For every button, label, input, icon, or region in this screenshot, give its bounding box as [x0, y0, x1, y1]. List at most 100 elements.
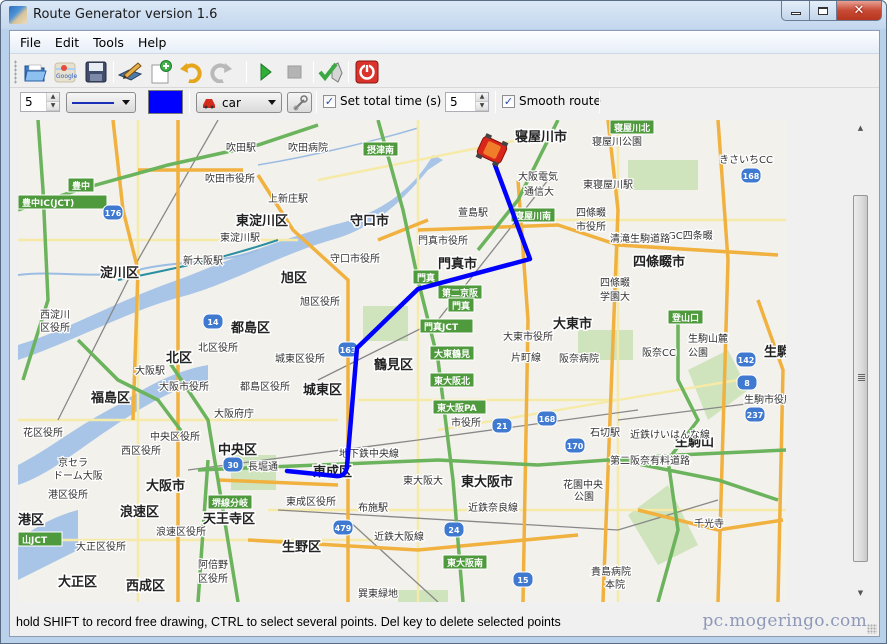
route-shield-label: 15: [517, 576, 529, 585]
play-icon: [260, 62, 272, 82]
toolbar-grip[interactable]: [14, 60, 17, 84]
minimize-icon: [790, 12, 801, 15]
map-canvas[interactable]: 東淀川区 淀川区 守口市 旭区 門真市 寝屋川市 四條畷市 都島区 北区 福島区 城東区 鶴見区 大東市…: [18, 120, 786, 602]
toolbar-separator: [189, 91, 190, 113]
map-label-place: 萱島駅: [458, 206, 488, 219]
map-label-place: 吹田病院: [288, 141, 328, 154]
map-svg[interactable]: 東淀川区淀川区 守口市旭区 門真市 寝屋川市四條畷市都島区北区福島区 城東区 鶴見区 大東市…: [18, 120, 786, 602]
map-label-place: 区役所: [40, 321, 70, 334]
set-total-time-checkbox[interactable]: ✓: [323, 94, 336, 108]
map-label-place: 通信大: [524, 185, 554, 198]
map-label-place: 阪奈CC: [642, 346, 676, 359]
edit-route-button[interactable]: [118, 59, 144, 85]
highway-sign-label: 門真: [452, 300, 470, 312]
total-time-stepper[interactable]: 5 ▲ ▼: [445, 92, 489, 112]
toolbar-separator: [495, 91, 496, 113]
line-width-value[interactable]: 5: [21, 95, 46, 109]
map-label-district: 四條畷市: [633, 254, 685, 270]
toolbar-separator: [348, 61, 349, 83]
toolbar-separator: [246, 61, 247, 83]
map-label-place: 大東市役所: [503, 330, 553, 343]
route-shield-label: 168: [743, 172, 760, 181]
app-window: Route Generator version 1.6 ✕ File Edit …: [0, 0, 887, 644]
close-button[interactable]: ✕: [836, 1, 882, 21]
map-label-place: 清滝生駒道路: [610, 232, 670, 245]
redo-button[interactable]: [208, 59, 234, 85]
minimize-button[interactable]: [781, 1, 809, 21]
map-label-place: 上新庄駅: [268, 192, 308, 205]
map-label-place: 花区役所: [23, 426, 63, 439]
vehicle-value: car: [222, 95, 241, 110]
map-label-district: 中央区: [218, 442, 257, 458]
route-shield-label: 237: [747, 411, 764, 420]
route-shield-label: 8: [744, 379, 750, 388]
line-width-stepper[interactable]: 5 ▲ ▼: [20, 92, 60, 112]
map-label-place: 西淀川: [40, 308, 70, 321]
highway-sign-label: 寝屋川南: [515, 210, 551, 222]
line-style-dropdown[interactable]: [66, 92, 136, 113]
spin-down-icon[interactable]: ▼: [47, 102, 59, 111]
map-label-place: 門真市役所: [418, 234, 468, 247]
map-label-place: 港区役所: [48, 488, 88, 501]
car-marker[interactable]: [475, 133, 510, 168]
menu-edit[interactable]: Edit: [48, 35, 86, 50]
map-label-district: 城東区: [303, 382, 342, 398]
maximize-button[interactable]: [809, 1, 836, 21]
map-label-district: 生野区: [282, 539, 321, 555]
map-label-district: 大阪市: [146, 478, 185, 494]
map-label-place: 近鉄奈良線: [468, 501, 518, 514]
map-label-place: 学園大: [600, 290, 630, 303]
map-label-place: 新大阪駅: [183, 254, 223, 267]
map-label-place: 阪奈病院: [559, 352, 599, 365]
undo-button[interactable]: [178, 59, 204, 85]
spin-up-icon[interactable]: ▲: [47, 93, 59, 102]
map-label-place: 西区役所: [121, 444, 161, 457]
map-label-place: 旭区役所: [300, 295, 340, 308]
map-label-place: 寝屋川公園: [592, 135, 642, 148]
scrollbar-thumb[interactable]: [853, 195, 868, 562]
stop-button[interactable]: [282, 59, 308, 85]
grip-icon: [858, 374, 865, 381]
highway-sign-label: 東大阪南: [447, 557, 483, 569]
spin-down-icon[interactable]: ▼: [476, 102, 488, 111]
map-label-place: 市役所: [576, 220, 606, 233]
map-label-place: 布施駅: [358, 501, 388, 514]
map-label-place: 公園: [688, 347, 708, 359]
menu-help[interactable]: Help: [131, 35, 174, 50]
title-bar[interactable]: Route Generator version 1.6 ✕: [1, 1, 886, 29]
check-export-icon: [318, 62, 343, 83]
menu-tools[interactable]: Tools: [86, 35, 131, 50]
set-total-time-label: Set total time (s) :: [340, 94, 450, 108]
map-label-place: 東成区役所: [286, 495, 336, 508]
app-icon[interactable]: [9, 6, 27, 24]
map-label-place: 守口市役所: [330, 252, 380, 265]
map-label-place: 長堀通: [248, 461, 278, 473]
map-label-place: 花園中央: [563, 478, 603, 491]
map-label-district: 大正区: [58, 574, 97, 590]
scroll-up-icon[interactable]: ▲: [852, 120, 869, 137]
vehicle-dropdown[interactable]: car: [196, 92, 282, 113]
smooth-route-checkbox[interactable]: ✓: [502, 94, 515, 108]
menu-file[interactable]: File: [13, 35, 48, 50]
new-document-icon: [151, 60, 172, 84]
vehicle-settings-button[interactable]: [287, 92, 312, 113]
power-button[interactable]: [354, 59, 380, 85]
menu-bar: File Edit Tools Help: [10, 31, 879, 54]
save-button[interactable]: [83, 59, 109, 85]
open-file-button[interactable]: [22, 59, 48, 85]
new-route-button[interactable]: [148, 59, 174, 85]
map-label-place: 吹田駅: [226, 141, 256, 154]
power-icon: [355, 60, 379, 84]
folder-open-icon: [24, 64, 47, 82]
vertical-scrollbar[interactable]: ▲ ▼: [852, 120, 869, 602]
line-color-swatch[interactable]: [148, 90, 183, 114]
scroll-down-icon[interactable]: ▼: [852, 585, 869, 602]
spin-up-icon[interactable]: ▲: [476, 93, 488, 102]
play-button[interactable]: [252, 59, 278, 85]
resize-grip[interactable]: [867, 624, 877, 634]
highway-sign-label: 寝屋川北: [614, 122, 650, 134]
google-maps-button[interactable]: Google: [52, 59, 78, 85]
export-button[interactable]: [318, 59, 344, 85]
total-time-value[interactable]: 5: [446, 95, 475, 109]
floppy-disk-icon: [85, 61, 107, 83]
